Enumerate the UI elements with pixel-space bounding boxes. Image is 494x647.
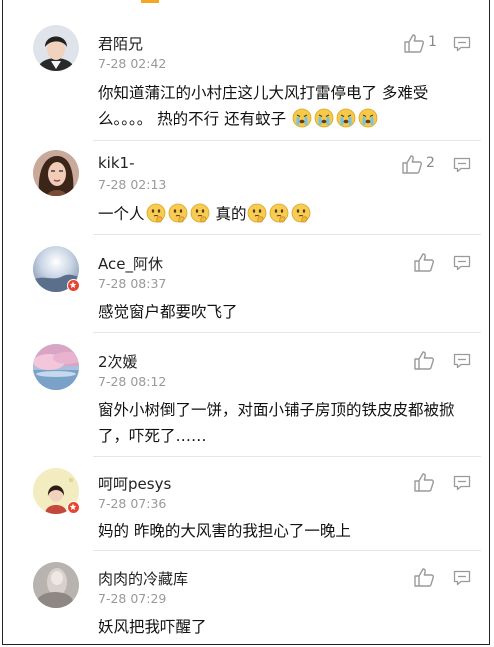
comment-time: 7-28 02:13 [98, 177, 167, 192]
comment-item: 呵呵pesys 7-28 07:36 妈的 昨晚的大风害的我担心了一晚上 [3, 456, 489, 550]
reply-icon[interactable] [453, 570, 471, 586]
comment-text: 窗外小树倒了一饼，对面小铺子房顶的铁皮皮都被掀了，吓死了…… [98, 401, 455, 445]
comment-item: Ace_阿休 7-28 08:37 感觉窗户都要吹飞了 [3, 234, 489, 332]
crying-emoji [358, 108, 378, 136]
comment-text: 妖风把我吓醒了 [98, 618, 207, 636]
like-icon[interactable] [413, 472, 435, 492]
username[interactable]: 肉肉的冷藏库 [98, 568, 188, 589]
comment-item: 君陌兄 7-28 02:42 你知道蒲江的小村庄这儿大风打雷停电了 多难受么。。… [3, 0, 489, 140]
comment-time: 7-28 08:12 [98, 374, 167, 389]
thinking-emoji [168, 203, 188, 231]
comment-text: 你知道蒲江的小村庄这儿大风打雷停电了 多难受么。。。。 热的不行 还有蚊子 [98, 80, 468, 136]
reply-icon[interactable] [453, 157, 471, 173]
comment-item: 肉肉的冷藏库 7-28 07:29 妖风把我吓醒了 [3, 550, 489, 644]
comment-text: 一个人 真的 [98, 201, 468, 231]
like-count: 2 [426, 155, 435, 171]
like-icon[interactable] [413, 252, 435, 272]
comment-list: 君陌兄 7-28 02:42 你知道蒲江的小村庄这儿大风打雷停电了 多难受么。。… [2, 0, 490, 645]
thinking-emoji [269, 203, 289, 231]
like-icon[interactable] [401, 154, 423, 174]
username[interactable]: Ace_阿休 [98, 253, 163, 274]
comment-item: kik1- 7-28 02:13 一个人 真的 2 [3, 140, 489, 234]
like-icon[interactable] [413, 350, 435, 370]
verified-badge [67, 279, 80, 292]
comment-time: 7-28 07:36 [98, 496, 167, 511]
crying-emoji [336, 108, 356, 136]
comment-time: 7-28 02:42 [98, 56, 167, 71]
thinking-emoji [291, 203, 311, 231]
verified-badge [67, 501, 80, 514]
username[interactable]: 2次媛 [98, 351, 138, 372]
like-icon[interactable] [413, 567, 435, 587]
username[interactable]: 呵呵pesys [98, 473, 171, 494]
reply-icon[interactable] [453, 353, 471, 369]
comment-time: 7-28 08:37 [98, 276, 167, 291]
avatar[interactable] [33, 150, 79, 196]
comment-text: 妈的 昨晚的大风害的我担心了一晚上 [98, 522, 351, 540]
like-count: 1 [428, 34, 437, 50]
username[interactable]: 君陌兄 [98, 33, 143, 54]
thinking-emoji [146, 203, 166, 231]
reply-icon[interactable] [453, 255, 471, 271]
comment-time: 7-28 07:29 [98, 591, 167, 606]
reply-icon[interactable] [453, 36, 471, 52]
thinking-emoji [247, 203, 267, 231]
thinking-emoji [190, 203, 210, 231]
comment-text: 感觉窗户都要吹飞了 [98, 303, 238, 321]
avatar[interactable] [33, 562, 79, 608]
avatar[interactable] [33, 344, 79, 390]
avatar[interactable] [33, 25, 79, 71]
crying-emoji [314, 108, 334, 136]
reply-icon[interactable] [453, 475, 471, 491]
crying-emoji [292, 108, 312, 136]
comment-item: 2次媛 7-28 08:12 窗外小树倒了一饼，对面小铺子房顶的铁皮皮都被掀了，… [3, 332, 489, 456]
like-icon[interactable] [403, 33, 425, 53]
username[interactable]: kik1- [98, 154, 135, 172]
